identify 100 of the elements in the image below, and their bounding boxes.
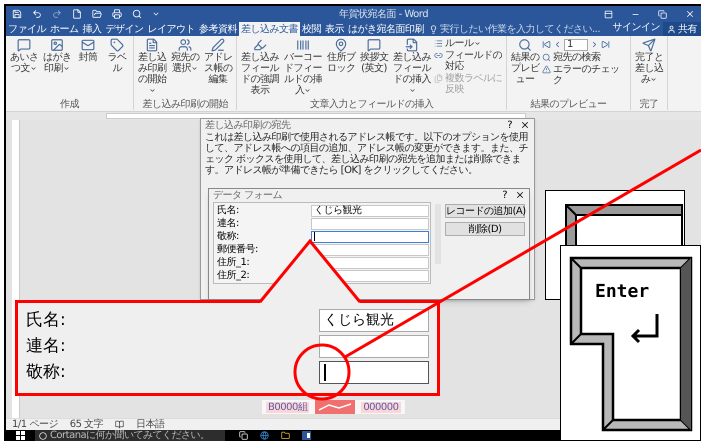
- lightbulb-icon: [429, 24, 438, 34]
- undo-icon[interactable]: [32, 9, 42, 19]
- task-view-icon[interactable]: [239, 431, 248, 440]
- ribbon-tab[interactable]: はがき宛名面印刷: [346, 22, 426, 36]
- search-icon[interactable]: [132, 9, 142, 19]
- proofing-icon[interactable]: [115, 420, 124, 429]
- ribbon-group-label: 結果のプレビュー: [530, 99, 608, 110]
- share-button[interactable]: 共有: [663, 22, 701, 36]
- pin-icon: [334, 38, 348, 52]
- ribbon-button[interactable]: ラベル: [103, 38, 131, 74]
- caret-icon: [63, 64, 70, 72]
- document-icon: [145, 38, 159, 52]
- ribbon-button[interactable]: 差し込みフィールドの挿入: [391, 38, 433, 96]
- speech-bubble-icon: [17, 38, 31, 52]
- dialog-title: データ フォーム: [213, 190, 282, 200]
- ribbon-button[interactable]: 完了と差し込み: [633, 38, 665, 85]
- tag-icon: [110, 38, 124, 52]
- highlighter-icon: [253, 38, 267, 52]
- form-input[interactable]: くじら観光: [319, 308, 429, 332]
- ribbon-button[interactable]: 差し込みフィールドの強調表示: [239, 38, 281, 96]
- new-document-icon[interactable]: [72, 9, 82, 19]
- record-number-field[interactable]: 1: [564, 38, 588, 50]
- form-input[interactable]: [311, 230, 429, 242]
- ribbon-button[interactable]: 住所ブロック: [325, 38, 357, 74]
- ribbon-button[interactable]: 差し込み印刷の開始: [136, 38, 168, 96]
- ribbon-tab[interactable]: レイアウト: [146, 22, 197, 36]
- ribbon-button[interactable]: 封筒: [74, 38, 102, 63]
- help-button[interactable]: ?: [507, 120, 512, 130]
- ribbon-small-button[interactable]: エラーのチェック: [542, 64, 628, 86]
- ribbon-tab[interactable]: ファイル: [6, 22, 48, 36]
- caret-icon: [474, 40, 480, 47]
- ribbon-tab[interactable]: デザイン: [104, 22, 146, 36]
- ribbon-group-label: 完了: [638, 99, 660, 110]
- form-button[interactable]: レコードの追加(A): [445, 204, 525, 218]
- ribbon-button[interactable]: あいさつ文: [8, 38, 40, 74]
- ribbon-tab[interactable]: 参考資料: [197, 22, 239, 36]
- ribbon-tab[interactable]: ホーム: [48, 22, 80, 36]
- text-cursor: [324, 364, 326, 380]
- restore-icon[interactable]: [658, 10, 667, 18]
- caret-icon: [650, 76, 658, 83]
- ribbon-small-button[interactable]: ルール: [434, 38, 504, 49]
- ribbon-small-button[interactable]: 宛先の検索: [542, 52, 628, 63]
- browser-icon[interactable]: [260, 431, 269, 440]
- key-label: Enter: [595, 282, 650, 302]
- window-title: 年賀状宛名面 - Word: [338, 8, 428, 20]
- ribbon-button[interactable]: バーコードフィールドの挿入: [282, 38, 324, 96]
- language-indicator[interactable]: 日本語: [136, 419, 165, 430]
- ribbon-button[interactable]: アドレス帳の編集: [202, 38, 234, 85]
- caret-icon: [304, 86, 312, 94]
- ribbon-display-icon[interactable]: [604, 10, 613, 18]
- ribbon-tab[interactable]: 表示: [323, 22, 346, 36]
- text-cursor: [314, 232, 315, 241]
- close-icon[interactable]: [685, 9, 695, 19]
- ribbon-button[interactable]: はがき印刷: [41, 38, 73, 74]
- people-icon: [178, 38, 192, 52]
- page-count[interactable]: 1/1 ページ: [12, 419, 58, 430]
- caret-icon: [148, 86, 156, 94]
- documents-icon: [434, 74, 443, 83]
- ribbon-tab[interactable]: 挿入: [80, 22, 104, 36]
- save-icon[interactable]: [12, 9, 22, 19]
- last-record-icon[interactable]: [601, 40, 610, 49]
- dialog-title: 差し込み印刷の宛先: [205, 120, 290, 130]
- magnifier-icon: [518, 38, 532, 52]
- caret-icon: [408, 86, 416, 94]
- link-icon: [434, 51, 443, 60]
- preview-text: B0000組: [266, 402, 310, 412]
- ribbon-small-button[interactable]: フィールドの対応: [434, 50, 504, 72]
- printer-icon[interactable]: [112, 9, 122, 19]
- close-icon[interactable]: [515, 190, 525, 200]
- field-label: 敬称:: [216, 231, 240, 242]
- form-input[interactable]: [319, 334, 429, 358]
- help-button[interactable]: ?: [502, 190, 507, 200]
- ribbon-group-label: 差し込み印刷の開始: [141, 99, 230, 110]
- first-record-icon[interactable]: [542, 40, 551, 49]
- field-label: 連名:: [26, 336, 66, 356]
- form-button[interactable]: 削除(D): [445, 222, 525, 236]
- ribbon-button[interactable]: 結果のプレビュー: [509, 38, 541, 85]
- folder-icon[interactable]: [281, 431, 290, 440]
- document-app-icon[interactable]: [302, 431, 311, 440]
- taskbar-search-field[interactable]: Cortanaに何か聞いてみてください。: [35, 430, 225, 441]
- ribbon-tab[interactable]: 校閲: [300, 22, 323, 36]
- close-icon[interactable]: [520, 120, 530, 130]
- speech-bubble-icon: [367, 38, 381, 52]
- ribbon-button[interactable]: 宛先の選択: [169, 38, 201, 74]
- field-label: 住所_2:: [216, 270, 250, 281]
- ribbon-tab[interactable]: 差し込み文書: [239, 22, 300, 36]
- next-record-icon[interactable]: [590, 40, 599, 49]
- previous-record-icon[interactable]: [553, 40, 562, 49]
- field-label: 敬称:: [26, 362, 66, 382]
- caret-icon: [191, 64, 198, 72]
- warning-icon: [542, 65, 551, 74]
- ribbon-group-label: 文章入力とフィールドの挿入: [308, 99, 434, 110]
- sign-in-link[interactable]: サインイン: [610, 22, 663, 36]
- windows-logo-icon[interactable]: [16, 431, 25, 440]
- form-input[interactable]: くじら観光: [311, 204, 429, 216]
- ribbon-button[interactable]: 挨拶文(英文): [358, 38, 390, 74]
- word-count[interactable]: 65 文字: [70, 419, 104, 430]
- search-icon: [542, 53, 551, 62]
- form-input[interactable]: [319, 360, 429, 384]
- customize-icon[interactable]: [152, 10, 160, 18]
